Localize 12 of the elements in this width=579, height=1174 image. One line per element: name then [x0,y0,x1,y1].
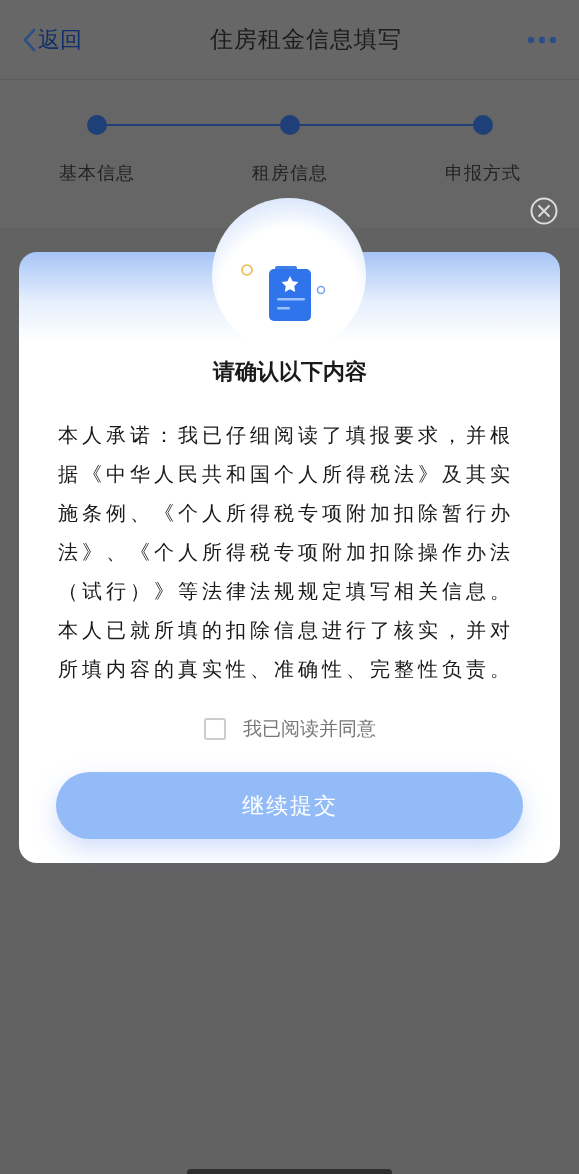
agree-label[interactable]: 我已阅读并同意 [242,715,376,744]
commitment-text: 本人承诺：我已仔细阅读了填报要求，并根据《中华人民共和国个人所得税法》及其实施条例、《个人所得税专项附加扣除暂行办法》、《个人所得税专项附加扣除操作办法（试行）》等法律法规规定填写相关信息。本人已就所填的扣除信息进行了核实，并对所填内容的真实性、准确性、完整性负责。 [57,423,515,682]
back-button[interactable]: 返回 [22,23,92,56]
step-label: 申报方式 [444,162,521,185]
agree-checkbox[interactable] [203,718,226,741]
step-label: 基本信息 [58,162,135,185]
dialog-title: 请确认以下内容 [212,358,367,386]
step-label: 租房信息 [251,162,328,185]
page-title: 住房租金信息填写 [208,25,403,55]
close-icon[interactable] [530,197,558,225]
more-icon[interactable] [527,35,557,44]
chevron-left-icon [22,27,36,52]
